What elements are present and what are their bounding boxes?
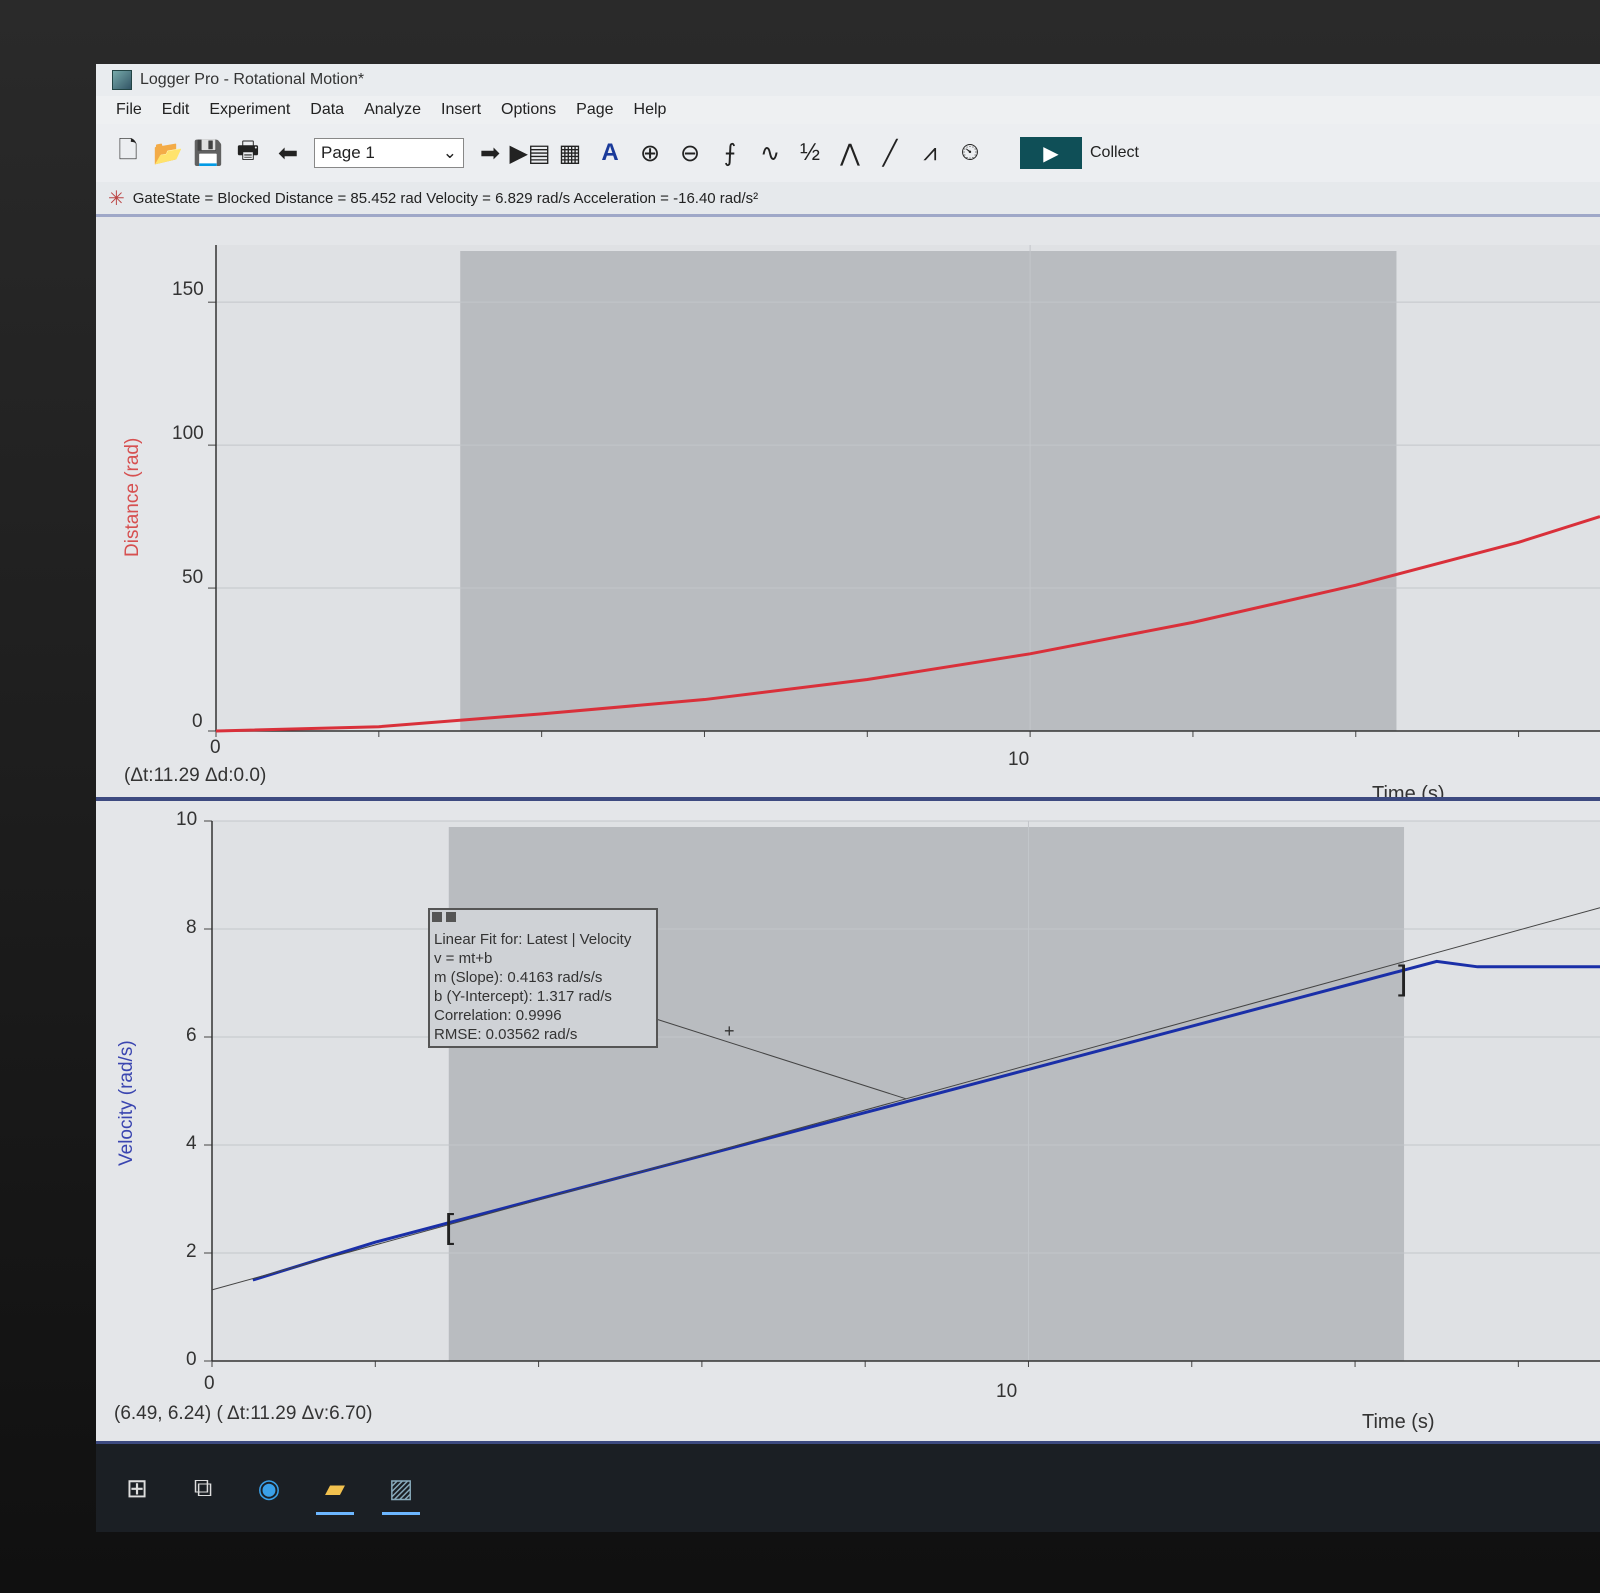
sensor-status-bar: ✳ GateState = Blocked Distance = 85.452 … — [96, 182, 1600, 217]
fit-box-options-icon[interactable] — [446, 912, 456, 922]
sensor-burst-icon: ✳ — [108, 187, 125, 210]
new-file-icon[interactable]: 🗋 — [111, 136, 145, 170]
logger-pro-app-icon — [112, 70, 132, 90]
autoscale-icon[interactable]: A — [593, 136, 627, 170]
menu-analyze[interactable]: Analyze — [354, 101, 431, 119]
velocity-delta-readout: (6.49, 6.24) ( Δt:11.29 Δv:6.70) — [114, 1403, 373, 1424]
zoom-in-icon[interactable]: ⊕ — [633, 136, 667, 170]
fit-title: Linear Fit for: Latest | Velocity — [434, 931, 632, 948]
page-select-value: Page 1 — [321, 143, 375, 162]
window-title: Logger Pro - Rotational Motion* — [140, 71, 365, 88]
y-tick-0: 0 — [186, 1349, 197, 1370]
menu-file[interactable]: File — [96, 101, 152, 119]
fit-box-close-icon[interactable] — [432, 912, 442, 922]
menu-experiment[interactable]: Experiment — [199, 101, 300, 119]
examine-icon[interactable]: ⨍ — [713, 136, 747, 170]
play-icon: ▶ — [1043, 142, 1059, 165]
y-tick-6: 6 — [186, 1025, 197, 1046]
collect-label: Collect — [1090, 144, 1139, 161]
y-tick-100: 100 — [172, 423, 204, 444]
print-icon[interactable]: 🖶 — [231, 136, 265, 170]
menu-help[interactable]: Help — [624, 101, 677, 119]
selection-start-bracket: [ — [445, 1208, 455, 1246]
menu-options[interactable]: Options — [491, 101, 566, 119]
distance-delta-readout: (Δt:11.29 Δd:0.0) — [124, 765, 267, 786]
distance-graph[interactable]: Distance (rad) 150 100 50 0 0 10 (Δt:11.… — [96, 217, 1600, 805]
taskbar: ⊞ ⧉ ◉ ▰ ▨ — [96, 1444, 1600, 1532]
fit-intercept: b (Y-Intercept): 1.317 rad/s — [434, 988, 612, 1005]
toolbar: 🗋 📂 💾 🖶 ⬅ Page 1 ⌄ ➡ ▶▤ ▦ A ⊕ ⊖ ⨍ ∿ ½ ⋀ … — [96, 124, 1600, 183]
edge-browser-icon[interactable]: ◉ — [244, 1463, 294, 1513]
y-tick-50: 50 — [182, 567, 204, 588]
linear-fit-box[interactable]: Linear Fit for: Latest | Velocity v = mt… — [428, 908, 658, 1048]
fit-slope: m (Slope): 0.4163 rad/s/s — [434, 969, 603, 986]
logger-pro-taskbar-icon[interactable]: ▨ — [376, 1463, 426, 1515]
x-tick-0: 0 — [210, 737, 221, 758]
menu-data[interactable]: Data — [300, 101, 354, 119]
x-tick-10: 10 — [996, 1381, 1018, 1402]
distance-graph-svg — [208, 245, 1600, 737]
integral-icon[interactable]: ½ — [793, 136, 827, 170]
y-tick-10: 10 — [176, 809, 198, 830]
task-view-icon[interactable]: ⧉ — [178, 1463, 228, 1513]
x-tick-0: 0 — [204, 1373, 215, 1394]
y-tick-0: 0 — [192, 711, 203, 732]
y-tick-8: 8 — [186, 917, 197, 938]
y-tick-150: 150 — [172, 279, 204, 300]
y-tick-4: 4 — [186, 1133, 197, 1154]
file-explorer-icon[interactable]: ▰ — [310, 1463, 360, 1515]
x-tick-10: 10 — [1008, 749, 1030, 770]
crosshair-cursor-icon: + — [724, 1021, 735, 1041]
menu-page[interactable]: Page — [566, 101, 623, 119]
selection-region — [460, 251, 1397, 731]
menu-bar: File Edit Experiment Data Analyze Insert… — [96, 96, 1600, 124]
tangent-icon[interactable]: ∿ — [753, 136, 787, 170]
velocity-y-axis-label: Velocity (rad/s) — [116, 1040, 137, 1166]
statistics-icon[interactable]: ⋀ — [833, 136, 867, 170]
velocity-x-axis-label: Time (s) — [1362, 1411, 1435, 1433]
calculator-icon[interactable]: ▦ — [553, 136, 587, 170]
distance-y-axis-label: Distance (rad) — [122, 437, 143, 557]
menu-insert[interactable]: Insert — [431, 101, 491, 119]
back-arrow-icon[interactable]: ⬅ — [271, 136, 305, 170]
fit-correlation: Correlation: 0.9996 — [434, 1007, 562, 1024]
data-browser-icon[interactable]: ▶▤ — [509, 136, 550, 170]
save-icon[interactable]: 💾 — [191, 136, 225, 170]
title-bar: Logger Pro - Rotational Motion* — [96, 64, 1600, 96]
menu-edit[interactable]: Edit — [152, 101, 200, 119]
curve-fit-icon[interactable]: ⩘ — [913, 136, 947, 170]
velocity-graph-svg: [] + — [204, 820, 1600, 1367]
fit-rmse: RMSE: 0.03562 rad/s — [434, 1026, 578, 1043]
selection-end-bracket: ] — [1398, 960, 1407, 998]
replay-icon[interactable]: ⏲ — [953, 136, 987, 170]
forward-arrow-icon[interactable]: ➡ — [473, 136, 507, 170]
open-folder-icon[interactable]: 📂 — [151, 136, 185, 170]
screen: Logger Pro - Rotational Motion* File Edi… — [96, 64, 1600, 1532]
chevron-down-icon: ⌄ — [442, 143, 457, 162]
y-tick-2: 2 — [186, 1241, 197, 1262]
velocity-graph[interactable]: [] + Velocity (rad/s) 10 8 6 4 2 0 0 10 (… — [96, 801, 1600, 1441]
page-select[interactable]: Page 1 ⌄ — [314, 138, 464, 168]
linear-fit-icon[interactable]: ╱ — [873, 136, 907, 170]
fit-equation: v = mt+b — [434, 950, 493, 967]
sensor-readout: GateState = Blocked Distance = 85.452 ra… — [132, 189, 759, 207]
zoom-out-icon[interactable]: ⊖ — [673, 136, 707, 170]
collect-button[interactable]: ▶ — [1020, 137, 1082, 169]
windows-start-icon[interactable]: ⊞ — [112, 1463, 162, 1513]
